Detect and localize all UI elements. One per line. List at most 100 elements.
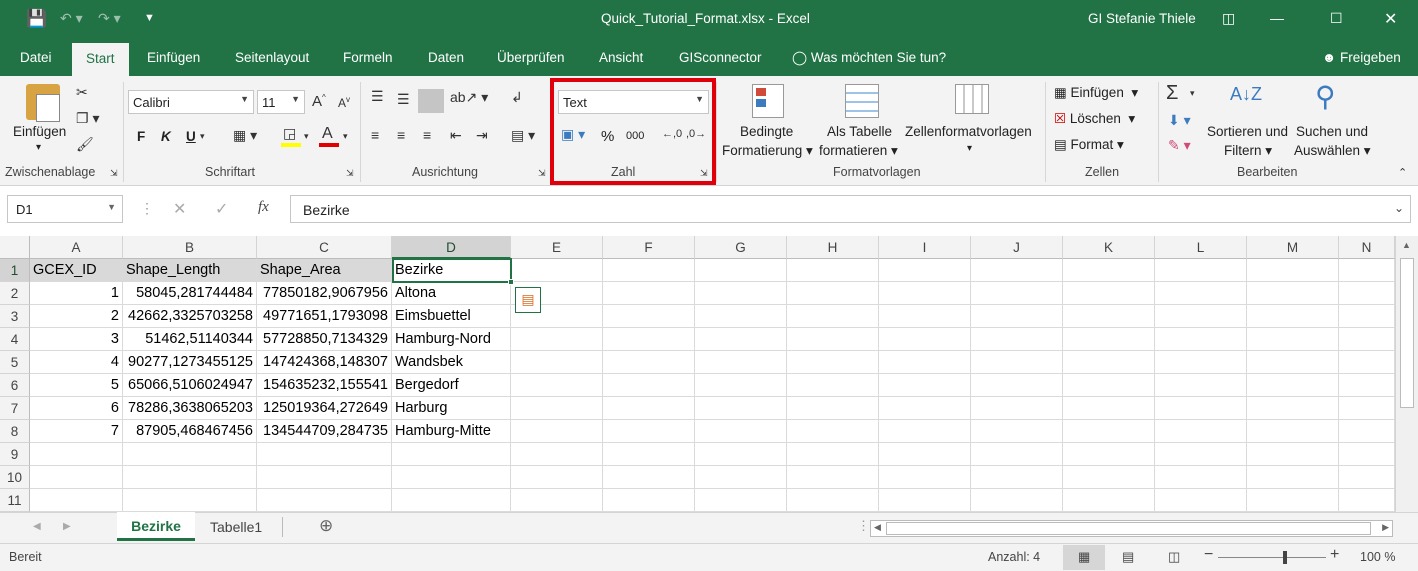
cell-k2[interactable] [1063, 282, 1155, 305]
cell-k11[interactable] [1063, 489, 1155, 512]
cell-h1[interactable] [787, 259, 879, 282]
cell-l11[interactable] [1155, 489, 1247, 512]
cell-j1[interactable] [971, 259, 1063, 282]
cell-k4[interactable] [1063, 328, 1155, 351]
underline-button[interactable]: U [186, 129, 196, 144]
cell-i2[interactable] [879, 282, 971, 305]
shrink-font-icon[interactable]: Av [338, 95, 350, 110]
row-header-6[interactable]: 6 [0, 374, 30, 397]
cell-b1[interactable]: Shape_Length [123, 259, 257, 282]
cell-m5[interactable] [1247, 351, 1339, 374]
cell-g3[interactable] [695, 305, 787, 328]
cell-h9[interactable] [787, 443, 879, 466]
column-header-l[interactable]: L [1155, 236, 1247, 259]
cell-c3[interactable]: 49771651,1793098 [257, 305, 392, 328]
confirm-entry-icon[interactable]: ✓ [215, 199, 228, 219]
cell-e11[interactable] [511, 489, 603, 512]
cell-g2[interactable] [695, 282, 787, 305]
expand-formula-bar-icon[interactable]: ⌄ [1394, 201, 1404, 215]
cell-f2[interactable] [603, 282, 695, 305]
cell-n2[interactable] [1339, 282, 1395, 305]
cell-n8[interactable] [1339, 420, 1395, 443]
cell-e10[interactable] [511, 466, 603, 489]
cell-a9[interactable] [30, 443, 123, 466]
cell-e4[interactable] [511, 328, 603, 351]
row-header-1[interactable]: 1 [0, 259, 30, 282]
formula-input[interactable]: Bezirke ⌄ [290, 195, 1411, 223]
orientation-icon[interactable]: ab↗ ▾ [450, 89, 488, 106]
row-header-8[interactable]: 8 [0, 420, 30, 443]
tab-daten[interactable]: Daten [428, 50, 464, 65]
sort-filter-button[interactable]: Sortieren und [1207, 124, 1288, 139]
cell-k3[interactable] [1063, 305, 1155, 328]
cell-b5[interactable]: 90277,1273455125 [123, 351, 257, 374]
cell-m7[interactable] [1247, 397, 1339, 420]
cell-d9[interactable] [392, 443, 511, 466]
cell-f9[interactable] [603, 443, 695, 466]
font-color-dropdown-icon[interactable]: ▾ [343, 131, 348, 142]
merge-center-icon[interactable]: ▤ ▾ [511, 127, 535, 144]
fill-dropdown-icon[interactable]: ▾ [304, 131, 309, 142]
zoom-slider-track[interactable] [1218, 557, 1326, 558]
cell-i11[interactable] [879, 489, 971, 512]
cell-c7[interactable]: 125019364,272649 [257, 397, 392, 420]
cell-m9[interactable] [1247, 443, 1339, 466]
cell-g11[interactable] [695, 489, 787, 512]
zoom-out-icon[interactable]: − [1204, 546, 1213, 564]
cell-b7[interactable]: 78286,3638065203 [123, 397, 257, 420]
underline-dropdown-icon[interactable]: ▾ [200, 131, 205, 142]
cell-g10[interactable] [695, 466, 787, 489]
tab-split-grip-icon[interactable]: ⋮ [857, 518, 870, 534]
scroll-left-icon[interactable]: ◀ [874, 522, 881, 533]
column-header-h[interactable]: H [787, 236, 879, 259]
find-select-icon[interactable]: ⚲ [1315, 80, 1336, 113]
cell-styles-dropdown-icon[interactable]: ▾ [967, 143, 972, 154]
column-header-m[interactable]: M [1247, 236, 1339, 259]
column-header-b[interactable]: B [123, 236, 257, 259]
cell-m10[interactable] [1247, 466, 1339, 489]
tab-seitenlayout[interactable]: Seitenlayout [235, 50, 309, 65]
cell-a6[interactable]: 5 [30, 374, 123, 397]
cell-h7[interactable] [787, 397, 879, 420]
cell-k6[interactable] [1063, 374, 1155, 397]
tab-start[interactable]: Start [72, 43, 129, 77]
font-color-icon[interactable]: A [322, 125, 333, 143]
cell-i4[interactable] [879, 328, 971, 351]
cell-m3[interactable] [1247, 305, 1339, 328]
page-break-view-icon[interactable]: ◫ [1168, 549, 1180, 565]
row-header-5[interactable]: 5 [0, 351, 30, 374]
column-header-d[interactable]: D [392, 236, 511, 259]
select-all-button[interactable] [0, 236, 30, 259]
cell-h8[interactable] [787, 420, 879, 443]
cell-n3[interactable] [1339, 305, 1395, 328]
font-name-select[interactable]: Calibri ▼ [128, 90, 254, 114]
row-header-2[interactable]: 2 [0, 282, 30, 305]
undo-icon[interactable]: ↶ ▾ [60, 10, 83, 27]
cell-d10[interactable] [392, 466, 511, 489]
cell-n5[interactable] [1339, 351, 1395, 374]
fill-icon[interactable]: ⬇ ▾ [1168, 112, 1191, 129]
zoom-level[interactable]: 100 % [1360, 550, 1395, 564]
bold-button[interactable]: F [137, 129, 145, 144]
cell-f3[interactable] [603, 305, 695, 328]
cell-k7[interactable] [1063, 397, 1155, 420]
row-header-3[interactable]: 3 [0, 305, 30, 328]
cell-j9[interactable] [971, 443, 1063, 466]
clear-icon[interactable]: ✎ ▾ [1168, 137, 1191, 154]
column-header-n[interactable]: N [1339, 236, 1395, 259]
cell-j3[interactable] [971, 305, 1063, 328]
insert-cells-button[interactable]: ▦ Einfügen ▾ [1054, 85, 1138, 101]
cell-l4[interactable] [1155, 328, 1247, 351]
cell-a7[interactable]: 6 [30, 397, 123, 420]
cell-e1[interactable] [511, 259, 603, 282]
cell-m1[interactable] [1247, 259, 1339, 282]
cell-e7[interactable] [511, 397, 603, 420]
cell-a10[interactable] [30, 466, 123, 489]
redo-icon[interactable]: ↷ ▾ [98, 10, 121, 27]
cell-d6[interactable]: Bergedorf [392, 374, 511, 397]
insert-function-button[interactable]: fx [258, 199, 269, 216]
tab-formeln[interactable]: Formeln [343, 50, 393, 65]
cell-a4[interactable]: 3 [30, 328, 123, 351]
tell-me-search[interactable]: ◯ Was möchten Sie tun? [792, 50, 946, 66]
column-header-e[interactable]: E [511, 236, 603, 259]
